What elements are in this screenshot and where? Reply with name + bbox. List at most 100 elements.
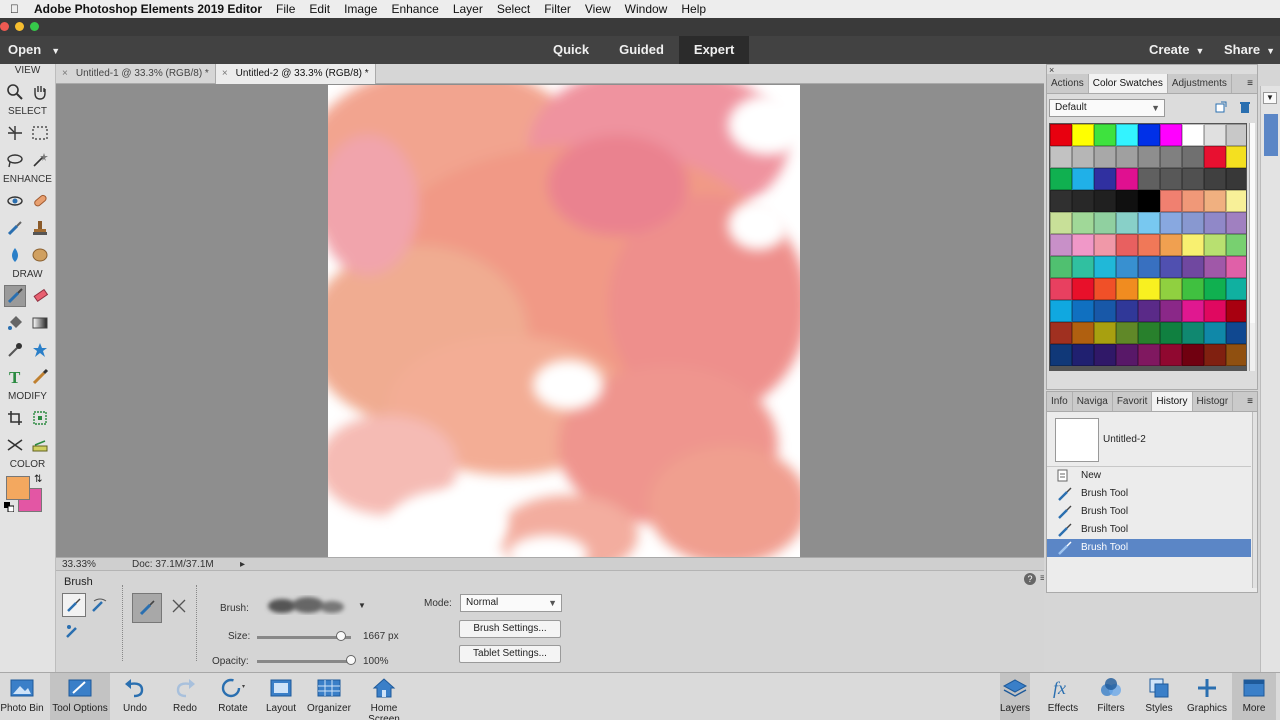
gradient-tool-icon[interactable] bbox=[29, 312, 51, 334]
color-swatch[interactable] bbox=[1072, 322, 1094, 344]
document-tab-untitled-1[interactable]: × Untitled-1 @ 33.3% (RGB/8) * bbox=[56, 64, 216, 84]
color-swatch[interactable] bbox=[1116, 212, 1138, 234]
panel-menu-icon[interactable]: ≡ bbox=[1243, 392, 1257, 411]
history-scrollbar[interactable] bbox=[1252, 412, 1257, 588]
color-swatch[interactable] bbox=[1182, 190, 1204, 212]
color-swatch[interactable] bbox=[1226, 190, 1246, 212]
graphics-button[interactable]: Graphics bbox=[1177, 673, 1237, 720]
color-swatch[interactable] bbox=[1050, 124, 1072, 146]
airbrush-icon[interactable] bbox=[170, 597, 188, 618]
color-swatch[interactable] bbox=[1182, 212, 1204, 234]
crop-tool-icon[interactable] bbox=[4, 407, 26, 429]
color-swatch[interactable] bbox=[1160, 278, 1182, 300]
menu-image[interactable]: Image bbox=[344, 2, 377, 16]
color-swatch[interactable] bbox=[1116, 344, 1138, 366]
tab-favorites[interactable]: Favorit bbox=[1113, 392, 1153, 411]
history-item-brush-3[interactable]: Brush Tool bbox=[1047, 521, 1251, 539]
swatch-scrollbar[interactable] bbox=[1249, 123, 1255, 371]
color-swatch[interactable] bbox=[1204, 146, 1226, 168]
color-swatch[interactable] bbox=[1182, 124, 1204, 146]
swatch-preset-select[interactable]: Default ▼ bbox=[1049, 99, 1165, 117]
brush-settings-button[interactable]: Brush Settings... bbox=[459, 620, 561, 638]
type-tool-icon[interactable]: T bbox=[4, 366, 26, 388]
history-snapshot-thumbnail[interactable] bbox=[1055, 418, 1099, 462]
chevron-down-icon[interactable]: ▼ bbox=[1263, 92, 1277, 104]
apple-icon[interactable]:  bbox=[10, 2, 24, 16]
color-swatch[interactable] bbox=[1138, 300, 1160, 322]
close-window-button[interactable] bbox=[0, 22, 9, 31]
history-item-brush-2[interactable]: Brush Tool bbox=[1047, 503, 1251, 521]
color-swatch[interactable] bbox=[1094, 322, 1116, 344]
color-swatch[interactable] bbox=[1160, 300, 1182, 322]
close-icon[interactable]: × bbox=[62, 68, 68, 79]
color-swatch[interactable] bbox=[1072, 124, 1094, 146]
blend-mode-select[interactable]: Normal ▼ bbox=[460, 594, 562, 612]
swatch-scrollbar-thumb[interactable] bbox=[1250, 123, 1255, 323]
menu-file[interactable]: File bbox=[276, 2, 295, 16]
color-swatch[interactable] bbox=[1072, 278, 1094, 300]
color-swatch[interactable] bbox=[1050, 344, 1072, 366]
tab-adjustments[interactable]: Adjustments bbox=[1168, 74, 1232, 93]
custom-shape-tool-icon[interactable] bbox=[29, 339, 51, 361]
magic-wand-tool-icon[interactable] bbox=[29, 149, 51, 171]
brush-mode-icon[interactable] bbox=[62, 593, 86, 617]
help-icon[interactable]: ? bbox=[1024, 573, 1036, 585]
default-colors-icon[interactable] bbox=[4, 502, 15, 513]
open-button[interactable]: Open ▼ bbox=[8, 42, 60, 57]
menu-layer[interactable]: Layer bbox=[453, 2, 483, 16]
color-swatch[interactable] bbox=[1182, 344, 1204, 366]
lasso-tool-icon[interactable] bbox=[4, 149, 26, 171]
pencil-tool-icon[interactable] bbox=[29, 366, 51, 388]
marquee-tool-icon[interactable] bbox=[29, 122, 51, 144]
color-swatch[interactable] bbox=[1182, 168, 1204, 190]
color-swatch[interactable] bbox=[1182, 146, 1204, 168]
red-eye-tool-icon[interactable] bbox=[4, 190, 26, 212]
close-icon[interactable]: × bbox=[222, 68, 228, 79]
chevron-right-icon[interactable]: ▸ bbox=[240, 559, 245, 570]
impressionist-brush-icon[interactable] bbox=[90, 595, 110, 618]
right-panel-scrollbar[interactable]: ▼ bbox=[1260, 86, 1280, 672]
color-swatch[interactable] bbox=[1094, 212, 1116, 234]
history-item-brush-1[interactable]: Brush Tool bbox=[1047, 485, 1251, 503]
color-swatch[interactable] bbox=[1072, 212, 1094, 234]
blur-tool-icon[interactable] bbox=[4, 244, 26, 266]
history-item-brush-4[interactable]: Brush Tool bbox=[1047, 539, 1251, 557]
zoom-window-button[interactable] bbox=[30, 22, 39, 31]
color-swatch[interactable] bbox=[1160, 322, 1182, 344]
color-swatch[interactable] bbox=[1116, 300, 1138, 322]
mode-quick[interactable]: Quick bbox=[538, 36, 604, 64]
tab-histogram[interactable]: Histogr bbox=[1193, 392, 1234, 411]
color-swatch[interactable] bbox=[1138, 146, 1160, 168]
zoom-level[interactable]: 33.33% bbox=[62, 559, 96, 570]
color-swatch[interactable] bbox=[1204, 124, 1226, 146]
color-swatch[interactable] bbox=[1072, 344, 1094, 366]
color-swatch[interactable] bbox=[1116, 256, 1138, 278]
color-swatch[interactable] bbox=[1204, 168, 1226, 190]
scrollbar-thumb[interactable] bbox=[1264, 114, 1278, 156]
minimize-window-button[interactable] bbox=[15, 22, 24, 31]
menu-window[interactable]: Window bbox=[625, 2, 668, 16]
more-button[interactable]: More bbox=[1232, 673, 1276, 720]
menu-help[interactable]: Help bbox=[681, 2, 706, 16]
brush-tool-icon[interactable] bbox=[4, 284, 27, 307]
history-item-new[interactable]: New bbox=[1047, 467, 1251, 485]
tab-color-swatches[interactable]: Color Swatches bbox=[1088, 74, 1168, 93]
menu-enhance[interactable]: Enhance bbox=[391, 2, 438, 16]
trash-icon[interactable] bbox=[1239, 101, 1251, 116]
clone-stamp-tool-icon[interactable] bbox=[29, 217, 51, 239]
spot-healing-tool-icon[interactable] bbox=[29, 190, 51, 212]
share-button[interactable]: Share ▼ bbox=[1224, 42, 1275, 57]
color-swatch[interactable] bbox=[1094, 278, 1116, 300]
color-swatch[interactable] bbox=[1050, 146, 1072, 168]
color-replacement-icon[interactable] bbox=[64, 621, 84, 644]
color-swatch[interactable] bbox=[1226, 124, 1246, 146]
color-swatch[interactable] bbox=[1160, 344, 1182, 366]
color-swatch[interactable] bbox=[1226, 146, 1246, 168]
color-swatch[interactable] bbox=[1204, 234, 1226, 256]
tablet-settings-button[interactable]: Tablet Settings... bbox=[459, 645, 561, 663]
color-swatch[interactable] bbox=[1138, 322, 1160, 344]
color-swatch[interactable] bbox=[1138, 190, 1160, 212]
color-swatch[interactable] bbox=[1182, 278, 1204, 300]
color-swatch[interactable] bbox=[1050, 256, 1072, 278]
opacity-slider-handle[interactable] bbox=[346, 655, 356, 665]
